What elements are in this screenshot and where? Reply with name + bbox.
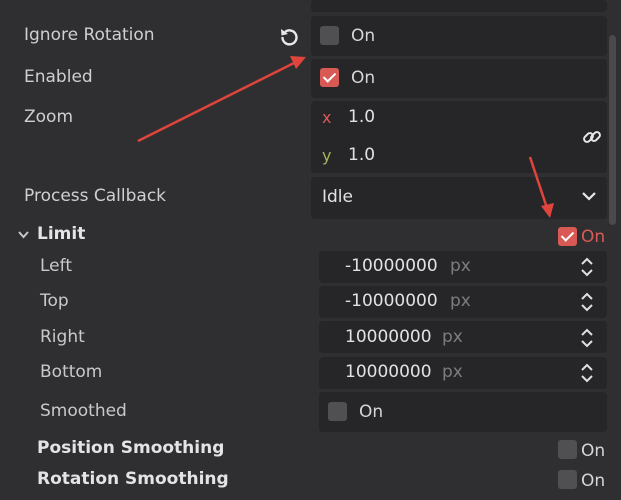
link-icon[interactable] [582,127,602,147]
zoom-y-axis-label: y [322,146,332,165]
limit-left-value[interactable]: -10000000 [345,256,438,276]
limit-bottom-spinner-icon[interactable] [579,362,595,384]
process-callback-value: Idle [322,187,353,207]
zoom-x-axis-label: x [322,108,332,127]
zoom-label: Zoom [24,107,74,127]
limit-bottom-unit: px [442,362,463,382]
limit-top-unit: px [450,291,471,311]
rotation-smoothing-checkbox[interactable] [558,470,577,489]
enabled-label: Enabled [24,67,93,87]
limit-bottom-label: Bottom [40,362,103,382]
limit-right-label: Right [40,327,85,347]
scrollbar-thumb[interactable] [609,35,616,225]
limit-right-spinner-icon[interactable] [579,327,595,349]
zoom-y-value[interactable]: 1.0 [348,145,375,165]
revert-icon[interactable] [278,26,300,48]
limit-left-unit: px [450,256,471,276]
limit-section-label[interactable]: Limit [37,224,85,244]
position-smoothing-on-label: On [581,441,606,461]
annotation-arrow-ignore-rotation [137,58,301,143]
chevron-down-icon[interactable] [581,190,597,202]
partial-field-top [311,0,607,12]
collapse-arrow-icon[interactable] [17,230,30,240]
limit-left-spinner-icon[interactable] [579,256,595,278]
limit-top-spinner-icon[interactable] [579,291,595,313]
ignore-rotation-checkbox[interactable] [320,26,339,45]
limit-top-value[interactable]: -10000000 [345,291,438,311]
smoothed-checkbox[interactable] [328,402,347,421]
limit-top-label: Top [40,291,69,311]
position-smoothing-checkbox[interactable] [558,440,577,459]
process-callback-dropdown[interactable] [311,177,607,219]
limit-left-label: Left [40,256,72,276]
position-smoothing-label[interactable]: Position Smoothing [37,438,224,458]
rotation-smoothing-label[interactable]: Rotation Smoothing [37,469,229,489]
ignore-rotation-label: Ignore Rotation [24,25,155,45]
smoothed-label: Smoothed [40,401,127,421]
enabled-on-label: On [351,68,376,88]
annotation-arrowhead-ignore-rotation [290,56,306,69]
limit-right-unit: px [442,327,463,347]
limit-checkbox[interactable] [558,227,577,246]
smoothed-on-label: On [359,402,384,422]
limit-right-value[interactable]: 10000000 [345,327,432,347]
zoom-x-value[interactable]: 1.0 [348,107,375,127]
process-callback-label: Process Callback [24,186,167,206]
ignore-rotation-on-label: On [351,26,376,46]
limit-on-label: On [581,227,606,247]
limit-bottom-value[interactable]: 10000000 [345,362,432,382]
rotation-smoothing-on-label: On [581,471,606,491]
enabled-checkbox[interactable] [320,68,339,87]
